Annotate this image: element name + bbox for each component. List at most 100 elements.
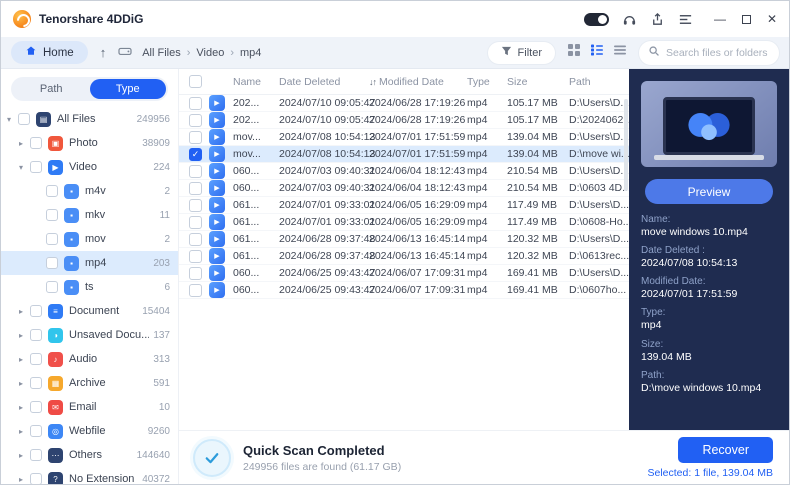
header-path[interactable]: Path [569, 76, 629, 88]
minimize-button[interactable]: — [714, 13, 726, 25]
preview-thumbnail[interactable] [641, 81, 777, 167]
sidebar-tree-item[interactable]: ▸ ◑ Unsaved Docu... 137 [1, 323, 178, 347]
theme-toggle[interactable] [584, 13, 609, 26]
row-checkbox[interactable] [189, 267, 202, 280]
search-box[interactable] [639, 41, 779, 65]
header-name[interactable]: Name [233, 76, 279, 88]
sidebar-tree-item[interactable]: ▪ ts 6 [1, 275, 178, 299]
tab-type[interactable]: Type [90, 79, 167, 99]
row-checkbox[interactable] [189, 199, 202, 212]
sidebar-tree-item[interactable]: ▸ ▦ Archive 591 [1, 371, 178, 395]
sidebar-tree-item[interactable]: ▪ mkv 11 [1, 203, 178, 227]
expander-icon[interactable]: ▸ [19, 379, 30, 388]
sidebar-tree-item[interactable]: ▪ mp4 203 [1, 251, 178, 275]
table-row[interactable]: ▶ 202... 2024/07/10 09:05:47 2024/06/28 … [179, 95, 629, 112]
sidebar-tree-item[interactable]: ▸ ⋯ Others 144640 [1, 443, 178, 467]
tree-checkbox[interactable] [30, 329, 42, 341]
table-row[interactable]: ▶ mov... 2024/07/08 10:54:13 2024/07/01 … [179, 146, 629, 163]
row-checkbox[interactable] [189, 131, 202, 144]
tree-checkbox[interactable] [46, 209, 58, 221]
expander-icon[interactable]: ▸ [19, 403, 30, 412]
table-row[interactable]: ▶ 060... 2024/06/25 09:43:47 2024/06/07 … [179, 282, 629, 299]
header-type[interactable]: Type [467, 76, 507, 88]
table-row[interactable]: ▶ 061... 2024/07/01 09:33:01 2024/06/05 … [179, 214, 629, 231]
tree-checkbox[interactable] [30, 473, 42, 484]
tree-checkbox[interactable] [30, 449, 42, 461]
sort-icon[interactable]: ↓↑ [369, 77, 376, 87]
search-input[interactable] [666, 47, 770, 59]
header-modified-date[interactable]: ↓↑ Modified Date [369, 76, 467, 88]
row-checkbox[interactable] [189, 233, 202, 246]
table-row[interactable]: ▶ mov... 2024/07/08 10:54:13 2024/07/01 … [179, 129, 629, 146]
preview-button[interactable]: Preview [645, 179, 773, 204]
detail-list-view-icon[interactable] [590, 43, 604, 62]
tree-checkbox[interactable] [30, 161, 42, 173]
row-checkbox[interactable] [189, 114, 202, 127]
expander-icon[interactable]: ▸ [19, 331, 30, 340]
home-button[interactable]: Home [11, 41, 88, 64]
tree-checkbox[interactable] [30, 401, 42, 413]
table-row[interactable]: ▶ 060... 2024/07/03 09:40:31 2024/06/04 … [179, 180, 629, 197]
tree-checkbox[interactable] [30, 305, 42, 317]
tree-checkbox[interactable] [46, 281, 58, 293]
sidebar-tree-item[interactable]: ▸ ◎ Webfile 9260 [1, 419, 178, 443]
sidebar-tree-item[interactable]: ▪ m4v 2 [1, 179, 178, 203]
expander-icon[interactable]: ▸ [19, 307, 30, 316]
breadcrumb-video[interactable]: Video [196, 47, 224, 59]
header-size[interactable]: Size [507, 76, 569, 88]
tab-path[interactable]: Path [13, 79, 90, 99]
tree-checkbox[interactable] [46, 185, 58, 197]
sidebar-tree-item[interactable]: ▸ ✉ Email 10 [1, 395, 178, 419]
tree-checkbox[interactable] [30, 425, 42, 437]
expander-icon[interactable]: ▸ [19, 451, 30, 460]
breadcrumb-mp4[interactable]: mp4 [240, 47, 261, 59]
compact-list-view-icon[interactable] [613, 43, 627, 62]
sidebar-tree-item[interactable]: ▾ ▤ All Files 249956 [1, 107, 178, 131]
sidebar-tree-item[interactable]: ▸ ▣ Photo 38909 [1, 131, 178, 155]
expander-icon[interactable]: ▸ [19, 475, 30, 484]
grid-view-icon[interactable] [567, 43, 581, 62]
row-checkbox[interactable] [189, 284, 202, 297]
expander-icon[interactable]: ▾ [19, 163, 30, 172]
row-checkbox[interactable] [189, 182, 202, 195]
cell-name: 061... [233, 199, 279, 211]
tree-checkbox[interactable] [30, 377, 42, 389]
expander-icon[interactable]: ▸ [19, 139, 30, 148]
expander-icon[interactable]: ▸ [19, 355, 30, 364]
tree-checkbox[interactable] [46, 233, 58, 245]
support-headset-icon[interactable] [622, 12, 637, 27]
breadcrumb-all-files[interactable]: All Files [142, 47, 181, 59]
tree-checkbox[interactable] [30, 137, 42, 149]
table-row[interactable]: ▶ 060... 2024/07/03 09:40:31 2024/06/04 … [179, 163, 629, 180]
table-row[interactable]: ▶ 060... 2024/06/25 09:43:47 2024/06/07 … [179, 265, 629, 282]
expander-icon[interactable]: ▸ [19, 427, 30, 436]
sidebar-tree-item[interactable]: ▸ ≡ Document 15404 [1, 299, 178, 323]
menu-icon[interactable] [678, 12, 693, 27]
row-checkbox[interactable] [189, 97, 202, 110]
row-checkbox[interactable] [189, 250, 202, 263]
sidebar-tree-item[interactable]: ▪ mov 2 [1, 227, 178, 251]
up-folder-button[interactable]: ↑ [98, 45, 109, 60]
tree-checkbox[interactable] [18, 113, 30, 125]
table-row[interactable]: ▶ 202... 2024/07/10 09:05:47 2024/06/28 … [179, 112, 629, 129]
tree-checkbox[interactable] [30, 353, 42, 365]
table-row[interactable]: ▶ 061... 2024/06/28 09:37:48 2024/06/13 … [179, 248, 629, 265]
header-date-deleted[interactable]: Date Deleted [279, 76, 369, 88]
share-icon[interactable] [650, 12, 665, 27]
table-scrollbar[interactable] [624, 99, 628, 191]
sidebar-tree-item[interactable]: ▸ ♪ Audio 313 [1, 347, 178, 371]
filter-button[interactable]: Filter [488, 42, 555, 64]
sidebar-tree-item[interactable]: ▸ ? No Extension 40372 [1, 467, 178, 484]
table-row[interactable]: ▶ 061... 2024/07/01 09:33:01 2024/06/05 … [179, 197, 629, 214]
maximize-button[interactable] [742, 15, 751, 24]
row-checkbox[interactable] [189, 216, 202, 229]
expander-icon[interactable]: ▾ [7, 115, 18, 124]
select-all-checkbox[interactable] [189, 75, 202, 88]
row-checkbox[interactable] [189, 165, 202, 178]
sidebar-tree-item[interactable]: ▾ ▶ Video 224 [1, 155, 178, 179]
row-checkbox[interactable] [189, 148, 202, 161]
tree-checkbox[interactable] [46, 257, 58, 269]
recover-button[interactable]: Recover [678, 437, 773, 463]
close-button[interactable]: ✕ [767, 13, 777, 25]
table-row[interactable]: ▶ 061... 2024/06/28 09:37:48 2024/06/13 … [179, 231, 629, 248]
